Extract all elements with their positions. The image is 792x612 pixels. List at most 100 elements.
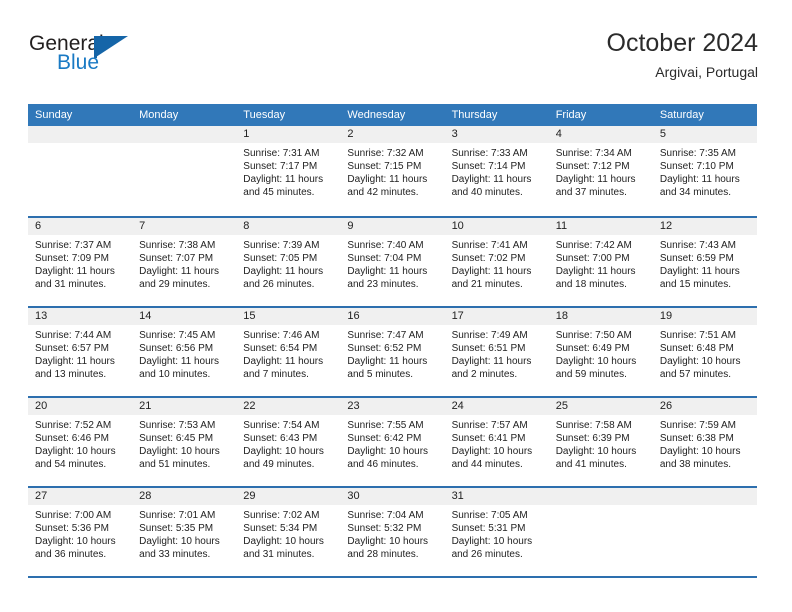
sunrise-text: Sunrise: 7:35 AM [659,148,736,159]
day-details: Sunrise: 7:53 AM Sunset: 6:45 PM Daylight:… [132,415,236,471]
day-cell[interactable]: 14 Sunrise: 7:45 AM Sunset: 6:56 PM Dayligh… [132,308,237,396]
day-cell[interactable]: 26 Sunrise: 7:59 AM Sunset: 6:38 PM Dayligh… [652,398,757,486]
day-number: 22 [243,400,256,412]
sunrise-text: Sunrise: 7:41 AM [451,240,528,251]
day-cell[interactable]: 31 Sunrise: 7:05 AM Sunset: 5:31 PM Dayligh… [444,488,549,576]
daylight-text-line2: and 41 minutes. [555,459,627,470]
day-cell[interactable]: 18 Sunrise: 7:50 AM Sunset: 6:49 PM Dayligh… [548,308,653,396]
day-cell[interactable]: 8 Sunrise: 7:39 AM Sunset: 7:05 PM Daylight… [236,218,341,306]
daylight-text-line2: and 44 minutes. [451,459,523,470]
day-details: Sunrise: 7:55 AM Sunset: 6:42 PM Daylight:… [340,415,444,471]
sunrise-text: Sunrise: 7:31 AM [243,148,320,159]
logo-flag-triangle-icon [96,36,128,57]
sunrise-text: Sunrise: 7:00 AM [35,510,112,521]
sunrise-text: Sunrise: 7:04 AM [347,510,424,521]
day-details: Sunrise: 7:43 AM Sunset: 6:59 PM Daylight:… [653,235,757,291]
day-details: Sunrise: 7:40 AM Sunset: 7:04 PM Daylight:… [340,235,444,291]
day-cell[interactable]: 27 Sunrise: 7:00 AM Sunset: 5:36 PM Dayligh… [28,488,133,576]
day-details: Sunrise: 7:31 AM Sunset: 7:17 PM Daylight:… [236,143,340,199]
day-number-band: 26 [652,398,757,415]
daylight-text-line1: Daylight: 10 hours [139,446,220,457]
daylight-text-line2: and 2 minutes. [451,369,518,380]
daylight-text-line1: Daylight: 10 hours [555,356,637,367]
day-cell[interactable]: 22 Sunrise: 7:54 AM Sunset: 6:43 PM Dayligh… [236,398,341,486]
week-row: 20 Sunrise: 7:52 AM Sunset: 6:46 PM Dayligh… [28,396,757,486]
day-number-band: 22 [236,398,341,415]
daylight-text-line1: Daylight: 11 hours [243,174,324,185]
sunrise-text: Sunrise: 7:59 AM [659,420,736,431]
day-details: Sunrise: 7:04 AM Sunset: 5:32 PM Daylight:… [340,505,444,561]
daylight-text-line2: and 57 minutes. [659,369,732,380]
day-cell[interactable]: 28 Sunrise: 7:01 AM Sunset: 5:35 PM Dayligh… [132,488,237,576]
day-cell[interactable]: 25 Sunrise: 7:58 AM Sunset: 6:39 PM Dayligh… [548,398,653,486]
day-cell[interactable]: 12 Sunrise: 7:43 AM Sunset: 6:59 PM Dayligh… [652,218,757,306]
day-number: 8 [243,220,250,232]
daylight-text-line1: Daylight: 11 hours [451,174,532,185]
day-number-band: 14 [132,308,237,325]
weekday-header-monday: Monday [139,109,179,121]
day-number-band: 12 [652,218,757,235]
day-cell[interactable]: 13 Sunrise: 7:44 AM Sunset: 6:57 PM Dayligh… [28,308,133,396]
day-cell[interactable]: 2 Sunrise: 7:32 AM Sunset: 7:15 PM Daylight… [340,126,445,216]
sunrise-text: Sunrise: 7:45 AM [139,330,216,341]
day-cell[interactable]: 16 Sunrise: 7:47 AM Sunset: 6:52 PM Dayligh… [340,308,445,396]
day-details: Sunrise: 7:42 AM Sunset: 7:00 PM Daylight:… [549,235,653,291]
day-number: 13 [35,310,48,322]
day-cell[interactable]: 30 Sunrise: 7:04 AM Sunset: 5:32 PM Dayligh… [340,488,445,576]
day-details: Sunrise: 7:35 AM Sunset: 7:10 PM Daylight:… [653,143,757,199]
day-cell[interactable]: 23 Sunrise: 7:55 AM Sunset: 6:42 PM Dayligh… [340,398,445,486]
day-number-band: 5 [652,126,757,143]
sunset-text: Sunset: 6:42 PM [347,433,422,444]
day-details: Sunrise: 7:59 AM Sunset: 6:38 PM Daylight:… [653,415,757,471]
sunrise-text: Sunrise: 7:33 AM [451,148,528,159]
sunrise-text: Sunrise: 7:53 AM [139,420,216,431]
daylight-text-line2: and 37 minutes. [555,187,627,198]
sunset-text: Sunset: 7:17 PM [243,161,318,172]
day-cell[interactable]: 1 Sunrise: 7:31 AM Sunset: 7:17 PM Daylight… [236,126,341,216]
day-number-band [652,488,757,505]
day-details: Sunrise: 7:05 AM Sunset: 5:31 PM Daylight:… [445,505,549,561]
day-number: 6 [35,220,42,232]
daylight-text-line2: and 5 minutes. [347,369,414,380]
day-number: 24 [451,400,464,412]
day-number: 27 [35,490,48,502]
day-cell[interactable]: 21 Sunrise: 7:53 AM Sunset: 6:45 PM Dayligh… [132,398,237,486]
day-cell[interactable]: 6 Sunrise: 7:37 AM Sunset: 7:09 PM Daylight… [28,218,133,306]
day-number-band: 1 [236,126,341,143]
day-cell[interactable]: 19 Sunrise: 7:51 AM Sunset: 6:48 PM Dayligh… [652,308,757,396]
general-blue-logo[interactable]: General Blue [28,32,168,88]
daylight-text-line2: and 42 minutes. [347,187,419,198]
daylight-text-line1: Daylight: 11 hours [347,356,428,367]
day-number: 29 [243,490,256,502]
day-number: 30 [347,490,360,502]
day-cell[interactable]: 20 Sunrise: 7:52 AM Sunset: 6:46 PM Dayligh… [28,398,133,486]
day-cell[interactable]: 3 Sunrise: 7:33 AM Sunset: 7:14 PM Daylight… [444,126,549,216]
day-cell[interactable]: 7 Sunrise: 7:38 AM Sunset: 7:07 PM Daylight… [132,218,237,306]
daylight-text-line2: and 34 minutes. [659,187,732,198]
day-number-band: 9 [340,218,445,235]
day-cell[interactable]: 4 Sunrise: 7:34 AM Sunset: 7:12 PM Daylight… [548,126,653,216]
day-details: Sunrise: 7:51 AM Sunset: 6:48 PM Daylight:… [653,325,757,381]
day-cell[interactable]: 5 Sunrise: 7:35 AM Sunset: 7:10 PM Daylight… [652,126,757,216]
day-cell[interactable]: 9 Sunrise: 7:40 AM Sunset: 7:04 PM Daylight… [340,218,445,306]
weekday-header-saturday: Saturday [659,109,704,121]
day-number-band: 3 [444,126,549,143]
day-cell[interactable]: 29 Sunrise: 7:02 AM Sunset: 5:34 PM Dayligh… [236,488,341,576]
sunset-text: Sunset: 6:43 PM [243,433,318,444]
weeks-container: 1 Sunrise: 7:31 AM Sunset: 7:17 PM Daylight… [28,126,757,576]
day-cell[interactable]: 17 Sunrise: 7:49 AM Sunset: 6:51 PM Dayligh… [444,308,549,396]
day-number: 3 [451,128,458,140]
day-cell[interactable]: 10 Sunrise: 7:41 AM Sunset: 7:02 PM Dayligh… [444,218,549,306]
day-cell[interactable]: 24 Sunrise: 7:57 AM Sunset: 6:41 PM Dayligh… [444,398,549,486]
day-number-band: 31 [444,488,549,505]
daylight-text-line1: Daylight: 11 hours [139,266,219,277]
day-number-band: 29 [236,488,341,505]
day-number-band: 28 [132,488,237,505]
day-cell[interactable]: 11 Sunrise: 7:42 AM Sunset: 7:00 PM Dayligh… [548,218,653,306]
day-number-band: 4 [548,126,653,143]
day-cell[interactable]: 15 Sunrise: 7:46 AM Sunset: 6:54 PM Dayligh… [236,308,341,396]
day-details: Sunrise: 7:52 AM Sunset: 6:46 PM Daylight:… [28,415,132,471]
sunrise-text: Sunrise: 7:32 AM [347,148,424,159]
sunset-text: Sunset: 6:45 PM [139,433,214,444]
daylight-text-line1: Daylight: 10 hours [347,446,429,457]
